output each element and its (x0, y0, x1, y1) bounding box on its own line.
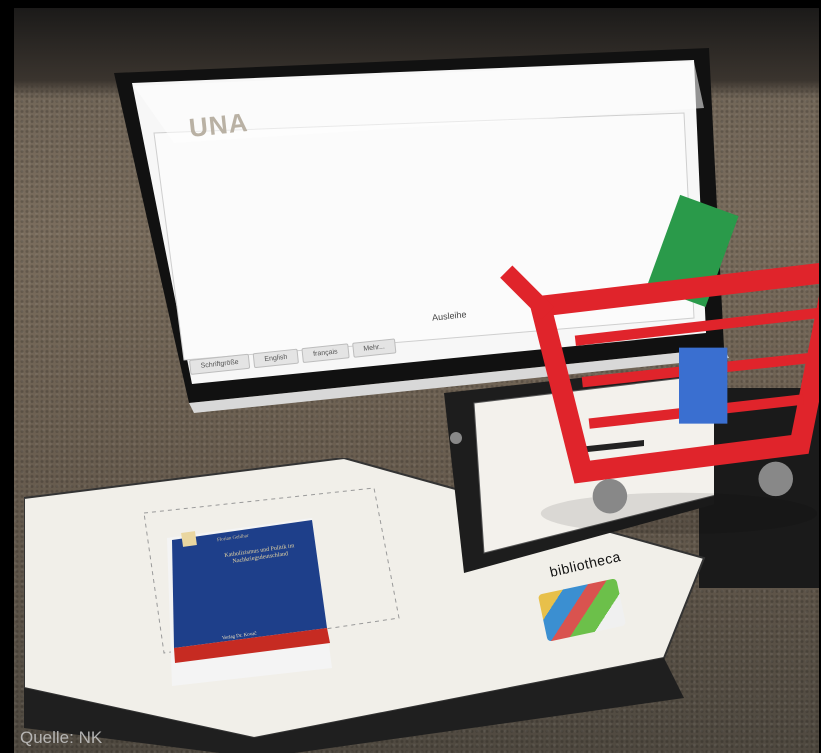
kiosk-screen: UNA Ausleihe Schriftgröße English frança… (114, 48, 819, 535)
language-tabbar: Schriftgröße English français Mehr... (189, 338, 397, 375)
photo-caption: Quelle: NK (20, 728, 103, 747)
university-logo: UNA (187, 106, 250, 144)
tab-font-size[interactable]: Schriftgröße (189, 353, 251, 375)
touch-monitor: UNA Ausleihe Schriftgröße English frança… (114, 48, 819, 535)
photo-frame: UNA Ausleihe Schriftgröße English frança… (0, 0, 821, 753)
shopping-cart-icon[interactable] (369, 168, 819, 535)
tab-french[interactable]: français (301, 343, 350, 364)
tab-english[interactable]: English (252, 348, 300, 369)
book: Florian Gehlhar Katholizismus und Politi… (162, 518, 347, 688)
photograph: UNA Ausleihe Schriftgröße English frança… (14, 8, 819, 753)
